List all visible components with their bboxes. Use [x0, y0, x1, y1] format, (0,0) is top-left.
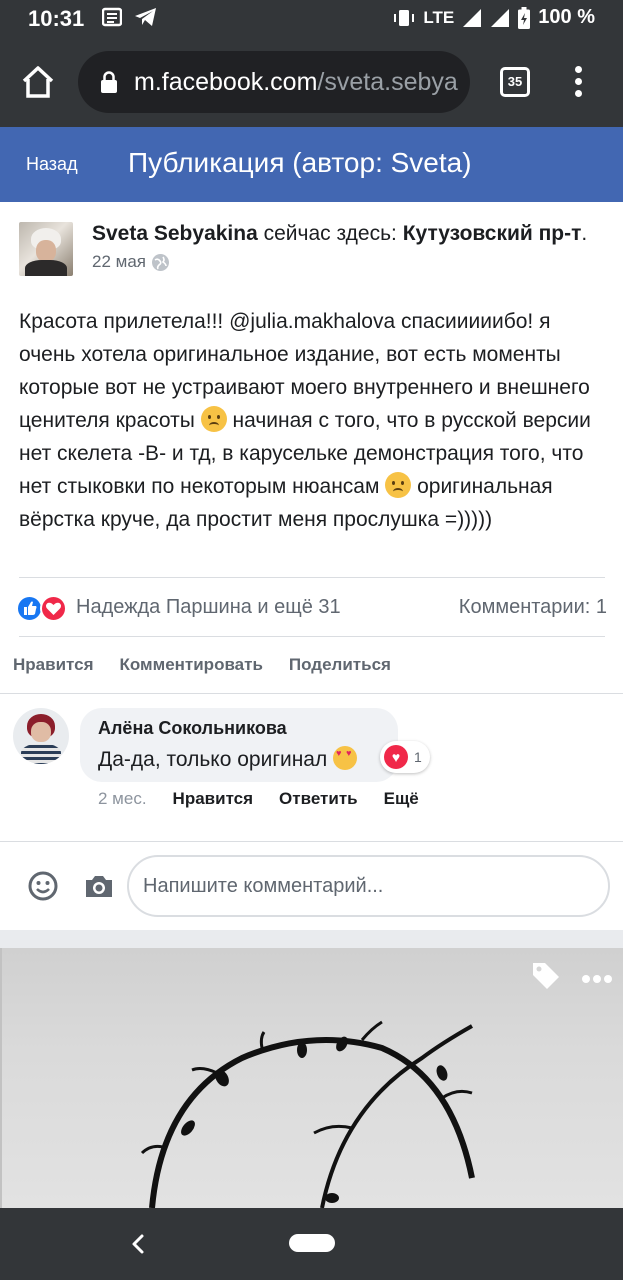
tab-switcher-button[interactable]: 35 [500, 67, 530, 97]
notification-icons [102, 7, 158, 27]
signal-icon [463, 8, 482, 27]
more-options-icon[interactable] [582, 970, 616, 983]
system-indicators: LTE 100 % [393, 6, 595, 29]
network-type: LTE [423, 7, 455, 27]
heart-eyes-icon [333, 746, 358, 770]
comment-reply-button[interactable]: Ответить [279, 789, 358, 809]
share-button[interactable]: Поделиться [289, 655, 391, 675]
commenter-avatar[interactable] [13, 708, 69, 764]
status-time: 10:31 [28, 6, 85, 31]
comment-reaction-count: 1 [414, 749, 422, 765]
place-link[interactable]: Кутузовский пр-т [403, 222, 582, 245]
post-date[interactable]: 22 мая [92, 252, 146, 272]
post-meta: 22 мая [92, 252, 169, 272]
nav-home-pill[interactable] [289, 1234, 335, 1252]
battery-icon [518, 6, 531, 29]
url-path: /sveta.sebya [317, 68, 458, 96]
comment-input[interactable] [127, 855, 610, 917]
divider [0, 693, 623, 694]
section-separator [0, 930, 623, 948]
divider [19, 577, 605, 578]
page-title: Публикация (автор: Sveta) [128, 147, 472, 178]
checkin-text: сейчас здесь: [257, 222, 403, 245]
comment-reactions[interactable]: ♥ 1 [380, 741, 430, 773]
comment-text: Да-да, только оригинал [98, 748, 334, 771]
comment-more-button[interactable]: Ещё [384, 789, 419, 809]
telegram-icon [135, 8, 156, 26]
camera-icon[interactable] [84, 873, 114, 899]
reactors-summary[interactable]: Надежда Паршина и ещё 31 [76, 596, 341, 619]
comment-text-wrap: Да-да, только оригинал [98, 746, 358, 772]
place-suffix: . [581, 222, 588, 245]
author-name[interactable]: Sveta Sebyakina [92, 222, 258, 245]
worried-face-icon [385, 472, 412, 498]
comment-bubble: Алёна Сокольникова Да-да, только оригина… [80, 708, 398, 782]
comment-like-button[interactable]: Нравится [173, 789, 254, 809]
comment-button[interactable]: Комментировать [120, 655, 263, 675]
divider [0, 841, 623, 842]
commenter-name[interactable]: Алёна Сокольникова [98, 718, 287, 739]
back-button[interactable]: Назад [26, 154, 78, 175]
home-icon[interactable] [20, 64, 56, 100]
address-bar[interactable]: m.facebook.com/sveta.sebya [78, 51, 470, 113]
browser-menu-icon[interactable] [572, 66, 584, 100]
author-avatar[interactable] [19, 222, 73, 276]
worried-face-icon [200, 406, 227, 432]
browser-toolbar: m.facebook.com/sveta.sebya 35 [0, 38, 623, 127]
comments-count[interactable]: Комментарии: 1 [459, 596, 607, 619]
status-bar: 10:31 LTE 100 % [0, 0, 623, 38]
vibrate-icon [394, 9, 415, 26]
lock-icon [101, 71, 117, 93]
like-reaction-icon [16, 595, 43, 622]
url-host: m.facebook.com [134, 68, 318, 96]
post-text: Красота прилетела!!! @julia.makhalova сп… [19, 305, 609, 536]
post-actions: Нравится Комментировать Поделиться [13, 655, 391, 675]
comment-meta: 2 мес. Нравится Ответить Ещё [98, 789, 445, 809]
like-button[interactable]: Нравится [13, 655, 94, 675]
news-icon [102, 7, 122, 27]
divider [19, 636, 605, 637]
globe-icon [151, 253, 169, 271]
comment-time: 2 мес. [98, 789, 147, 808]
smile-icon[interactable] [28, 871, 58, 901]
love-reaction-icon: ♥ [384, 745, 408, 769]
tag-icon[interactable] [530, 960, 562, 992]
love-reaction-icon [40, 595, 67, 622]
facebook-header: Назад Публикация (автор: Sveta) [0, 127, 623, 202]
post-header: Sveta Sebyakina сейчас здесь: Кутузовски… [92, 222, 587, 246]
signal-2-icon [491, 8, 510, 27]
url-text: m.facebook.com/sveta.sebya [134, 68, 458, 97]
battery-level: 100 % [538, 6, 595, 28]
nav-back-icon[interactable] [128, 1232, 148, 1256]
